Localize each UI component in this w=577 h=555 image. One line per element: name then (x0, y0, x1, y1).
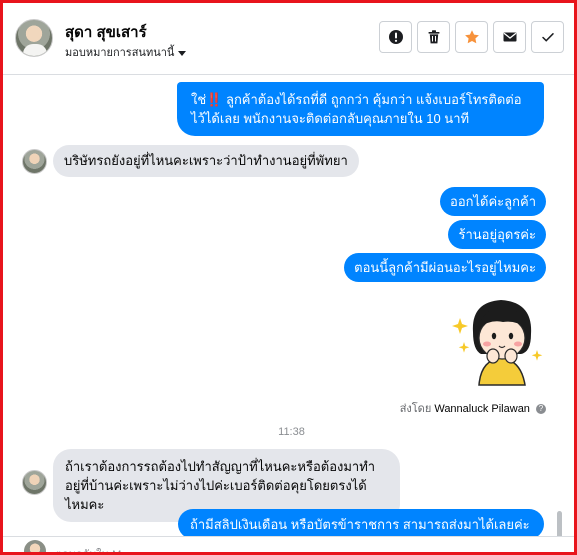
sent-by-label: ส่งโดย Wannaluck Pilawan ? (400, 399, 546, 417)
action-toolbar (379, 21, 564, 53)
assign-label: มอบหมายการสนทนานี้ (65, 47, 175, 59)
email-button[interactable] (493, 21, 526, 53)
message-outgoing[interactable]: ใช่‼️ ลูกค้าต้องได้รถที่ดี ถูกกว่า คุ้มก… (177, 82, 544, 136)
contact-name[interactable]: สุดา สุขเสาร์ (65, 20, 147, 44)
sent-by-prefix: ส่งโดย (399, 403, 432, 415)
done-button[interactable] (531, 21, 564, 53)
check-icon (541, 33, 554, 42)
avatar[interactable] (22, 149, 47, 174)
assign-dropdown[interactable]: มอบหมายการสนทนานี้ (65, 43, 187, 61)
star-icon (464, 30, 479, 44)
trash-icon (428, 30, 439, 44)
message-list[interactable]: ใช่‼️ ลูกค้าต้องได้รถที่ดี ถูกกว่า คุ้มก… (3, 76, 566, 536)
message-incoming[interactable]: บริษัทรถยังอยู่ที่ไหนคะเพราะว่าป้าทำงานอ… (53, 145, 359, 177)
message-outgoing[interactable]: ถ้ามีสลิปเงินเดือน หรือบัตรข้าราชการ สาม… (178, 509, 544, 536)
sender-name[interactable]: Wannaluck Pilawan (434, 403, 530, 415)
message-text: ใช่ (191, 92, 207, 107)
reply-input[interactable]: ตอบกลับใน Messenger (55, 545, 166, 552)
avatar (24, 540, 46, 552)
scrollbar[interactable] (557, 511, 562, 536)
star-button[interactable] (455, 21, 488, 53)
reply-composer[interactable]: ตอบกลับใน Messenger (3, 536, 574, 552)
envelope-icon (503, 32, 516, 42)
message-outgoing[interactable]: ตอนนี้ลูกค้ามีผ่อนอะไรอยู่ไหมคะ (344, 253, 546, 282)
info-icon[interactable]: ? (536, 404, 546, 415)
exclamation-circle-icon (388, 30, 403, 44)
double-exclamation-icon: ‼️ (206, 92, 223, 107)
avatar[interactable] (15, 19, 53, 57)
caret-down-icon (178, 50, 187, 56)
message-outgoing[interactable]: ร้านอยู่อุดรค่ะ (448, 220, 546, 249)
timestamp: 11:38 (278, 426, 305, 438)
conversation-window: สุดา สุขเสาร์ มอบหมายการสนทนานี้ ใช่‼️ ล… (0, 0, 577, 555)
avatar[interactable] (22, 470, 47, 495)
delete-button[interactable] (417, 21, 450, 53)
message-outgoing[interactable]: ออกได้ค่ะลูกค้า (440, 187, 546, 216)
girl-sticker[interactable] (451, 294, 546, 386)
conversation-header: สุดา สุขเสาร์ มอบหมายการสนทนานี้ (3, 3, 574, 75)
message-text: ลูกค้าต้องได้รถที่ดี ถูกกว่า คุ้มกว่า แจ… (191, 92, 522, 126)
mark-spam-button[interactable] (379, 21, 412, 53)
